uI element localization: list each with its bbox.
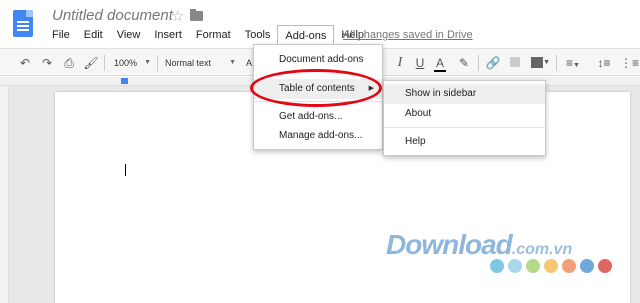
folder-icon[interactable] bbox=[190, 9, 203, 21]
paint-format-icon[interactable]: 🖌 bbox=[82, 53, 100, 73]
highlight-ellipse bbox=[250, 69, 382, 107]
menu-item-manage-addons[interactable]: Manage add-ons... bbox=[254, 126, 382, 146]
watermark-dot bbox=[580, 259, 594, 273]
text-color-icon[interactable]: A bbox=[432, 53, 448, 73]
menu-item-label: Manage add-ons... bbox=[279, 130, 363, 141]
watermark-dot bbox=[490, 259, 504, 273]
save-status-link[interactable]: All changes saved in Drive bbox=[343, 29, 473, 41]
indent-marker[interactable] bbox=[121, 78, 128, 84]
menu-item-help[interactable]: Help bbox=[384, 132, 545, 152]
menu-item-label: Document add-ons bbox=[279, 54, 364, 65]
menu-item-about[interactable]: About bbox=[384, 104, 545, 124]
menu-tools[interactable]: Tools bbox=[238, 25, 278, 45]
menu-addons[interactable]: Add-ons bbox=[277, 25, 335, 45]
comment-icon[interactable] bbox=[507, 53, 523, 73]
zoom-select[interactable]: 100% ▼ bbox=[110, 53, 154, 73]
chevron-down-icon: ▼ bbox=[229, 59, 236, 66]
watermark-dot bbox=[544, 259, 558, 273]
menu-item-label: About bbox=[405, 108, 432, 119]
style-value: Normal text bbox=[165, 58, 212, 68]
watermark-dot bbox=[598, 259, 612, 273]
zoom-value: 100% bbox=[114, 58, 138, 68]
watermark-dot bbox=[508, 259, 522, 273]
menu-insert[interactable]: Insert bbox=[147, 25, 189, 45]
numbered-list-icon[interactable]: ⋮≡ bbox=[620, 53, 639, 73]
text-cursor bbox=[125, 164, 126, 176]
menu-item-show-in-sidebar[interactable]: Show in sidebar bbox=[384, 84, 545, 104]
underline-icon[interactable]: U bbox=[412, 53, 428, 73]
line-spacing-icon[interactable]: ↕≡ bbox=[595, 53, 613, 73]
menu-divider bbox=[384, 127, 545, 128]
menu-item-document-addons[interactable]: Document add-ons bbox=[254, 50, 382, 70]
redo-icon[interactable]: ↷ bbox=[38, 53, 56, 73]
menu-item-label: Show in sidebar bbox=[405, 88, 477, 99]
watermark-dot bbox=[526, 259, 540, 273]
font-value: A bbox=[246, 58, 253, 68]
watermark-suffix: .com.vn bbox=[511, 241, 573, 258]
watermark-dots bbox=[490, 259, 620, 275]
highlight-pen-icon[interactable]: ✎ bbox=[456, 53, 472, 73]
vertical-ruler bbox=[0, 86, 9, 303]
menu-view[interactable]: View bbox=[110, 25, 148, 45]
menu-bar: File Edit View Insert Format Tools Add-o… bbox=[45, 25, 371, 45]
table-of-contents-submenu: Show in sidebar About Help bbox=[383, 80, 546, 156]
menu-edit[interactable]: Edit bbox=[77, 25, 110, 45]
docs-logo-icon[interactable] bbox=[13, 10, 33, 37]
menu-item-get-addons[interactable]: Get add-ons... bbox=[254, 107, 382, 127]
document-title[interactable]: Untitled document bbox=[52, 7, 173, 24]
align-left-icon[interactable]: ≡▼ bbox=[562, 53, 584, 73]
watermark-logo: Download.com.vn bbox=[386, 229, 572, 261]
menu-item-label: Help bbox=[405, 136, 426, 147]
chevron-down-icon: ▼ bbox=[144, 59, 151, 66]
watermark-text: Download bbox=[386, 229, 513, 260]
insert-image-icon[interactable]: ▼ bbox=[528, 53, 550, 73]
italic-icon[interactable]: I bbox=[392, 53, 408, 73]
menu-format[interactable]: Format bbox=[189, 25, 238, 45]
menu-item-label: Get add-ons... bbox=[279, 111, 343, 122]
watermark-dot bbox=[562, 259, 576, 273]
undo-icon[interactable]: ↶ bbox=[16, 53, 34, 73]
style-select[interactable]: Normal text ▼ bbox=[161, 53, 239, 73]
star-icon[interactable]: ☆ bbox=[171, 7, 184, 25]
menu-file[interactable]: File bbox=[45, 25, 77, 45]
print-icon[interactable]: ⎙ bbox=[60, 53, 78, 73]
link-icon[interactable]: 🔗 bbox=[484, 53, 502, 73]
